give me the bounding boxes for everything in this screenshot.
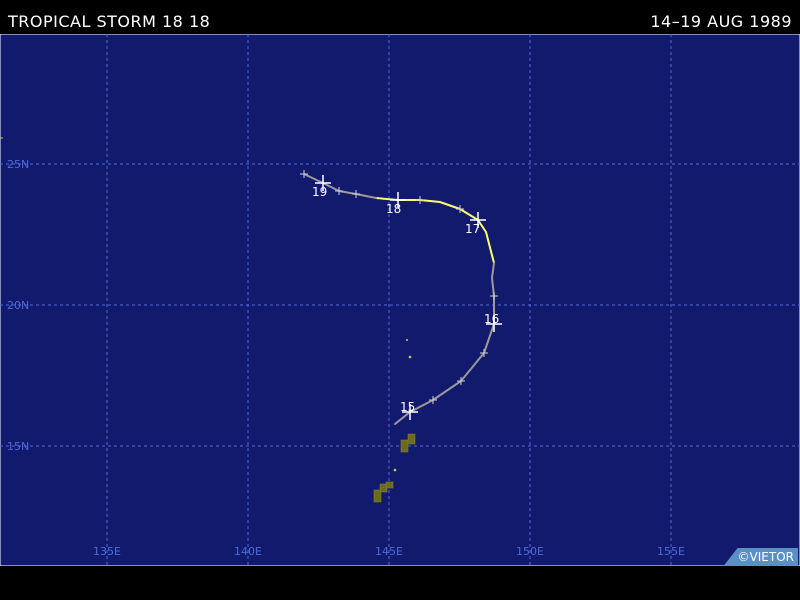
- lon-label-155e: 155E: [657, 545, 685, 558]
- day-label-16: 16: [484, 312, 499, 326]
- date-range: 14–19 AUG 1989: [650, 12, 792, 31]
- lat-label-25n: 25N: [7, 158, 29, 171]
- day-label-18: 18: [386, 202, 401, 216]
- day-label-19: 19: [312, 185, 327, 199]
- day-label-17: 17: [465, 222, 480, 236]
- island-saipan-3: [385, 481, 394, 489]
- islet-3: [393, 468, 397, 472]
- lon-label-140e: 140E: [234, 545, 262, 558]
- lon-label-135e: 135E: [93, 545, 121, 558]
- lat-label-20n: 20N: [7, 299, 29, 312]
- islet-1: [406, 339, 408, 341]
- lon-label-150e: 150E: [516, 545, 544, 558]
- header-bar: TROPICAL STORM 18 18 14–19 AUG 1989: [0, 0, 800, 34]
- day-label-15: 15: [400, 400, 415, 414]
- storm-title: TROPICAL STORM 18 18: [8, 12, 211, 31]
- map-background: [0, 34, 800, 566]
- island-guam-2: [407, 433, 416, 445]
- islet-2: [408, 355, 412, 359]
- storm-track-map: 25N 20N 15N 135E 140E 145E 150E 155E 19 …: [0, 34, 800, 566]
- island-guam-1: [400, 439, 409, 453]
- lat-label-15n: 15N: [7, 440, 29, 453]
- lon-label-145e: 145E: [375, 545, 403, 558]
- footer-bar: [0, 566, 800, 600]
